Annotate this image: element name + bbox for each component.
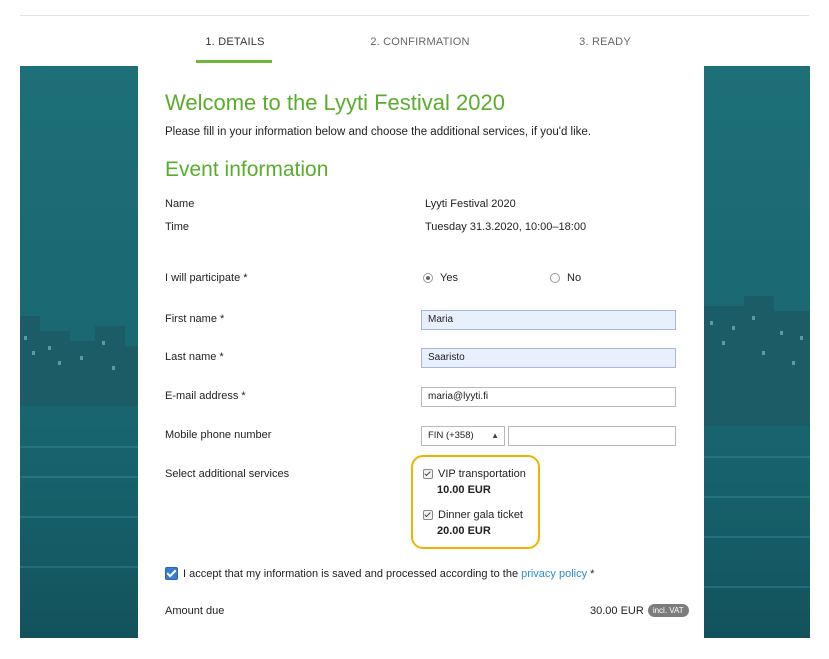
email-input[interactable]: maria@lyyti.fi: [421, 387, 676, 407]
radio-unselected-icon: [550, 273, 560, 283]
service-price: 10.00 EUR: [437, 484, 491, 496]
progress-steps: 1. DETAILS 2. CONFIRMATION 3. READY: [145, 28, 705, 68]
participate-label: I will participate *: [165, 272, 248, 284]
intro-text: Please fill in your information below an…: [165, 126, 592, 138]
event-name-label: Name: [165, 198, 195, 210]
amount-due: 30.00 EUR incl. VAT: [590, 604, 689, 617]
consent-text: I accept that my information is saved an…: [183, 567, 519, 580]
participate-no-radio[interactable]: No: [550, 272, 581, 284]
step-ready[interactable]: 3. READY: [565, 36, 645, 48]
radio-selected-icon: [423, 273, 433, 283]
service-dinner-gala[interactable]: Dinner gala ticket 20.00 EUR: [423, 509, 523, 537]
event-time-value: Tuesday 31.3.2020, 10:00–18:00: [425, 221, 587, 233]
amount-due-label: Amount due: [165, 605, 225, 617]
consent-row: I accept that my information is saved an…: [165, 567, 594, 580]
top-divider: [20, 15, 809, 16]
page-title: Welcome to the Lyyti Festival 2020: [165, 90, 505, 115]
vat-badge: incl. VAT: [647, 604, 689, 617]
last-name-label: Last name *: [165, 351, 224, 363]
country-code-select[interactable]: FIN (+358) ▲: [421, 426, 505, 446]
participate-yes-label: Yes: [440, 272, 458, 284]
event-info-heading: Event information: [165, 158, 329, 181]
last-name-input[interactable]: Saaristo: [421, 348, 676, 368]
phone-label: Mobile phone number: [165, 429, 272, 441]
required-marker: *: [590, 567, 595, 580]
first-name-label: First name *: [165, 313, 225, 325]
active-step-indicator: [196, 60, 272, 63]
email-label: E-mail address *: [165, 390, 246, 402]
event-time-label: Time: [165, 221, 190, 233]
step-confirmation[interactable]: 2. CONFIRMATION: [365, 36, 475, 48]
event-name-value: Lyyti Festival 2020: [425, 198, 516, 210]
service-vip-transportation[interactable]: VIP transportation 10.00 EUR: [423, 468, 526, 496]
checkbox-checked-icon[interactable]: [423, 469, 433, 479]
participate-no-label: No: [567, 272, 582, 284]
step-details[interactable]: 1. DETAILS: [195, 36, 275, 48]
participate-yes-radio[interactable]: Yes: [423, 272, 458, 284]
privacy-policy-link[interactable]: privacy policy: [521, 568, 587, 580]
country-code-value: FIN (+358): [428, 430, 474, 441]
select-arrows-icon: ▲: [491, 431, 499, 440]
service-name: VIP transportation: [438, 468, 526, 480]
consent-checkbox[interactable]: [165, 567, 178, 580]
service-name: Dinner gala ticket: [438, 509, 523, 521]
amount-due-value: 30.00 EUR: [590, 604, 644, 617]
service-price: 20.00 EUR: [437, 525, 491, 537]
first-name-input[interactable]: Maria: [421, 310, 676, 330]
phone-input[interactable]: [508, 426, 676, 446]
checkbox-checked-icon[interactable]: [423, 510, 433, 520]
services-label: Select additional services: [165, 468, 290, 480]
